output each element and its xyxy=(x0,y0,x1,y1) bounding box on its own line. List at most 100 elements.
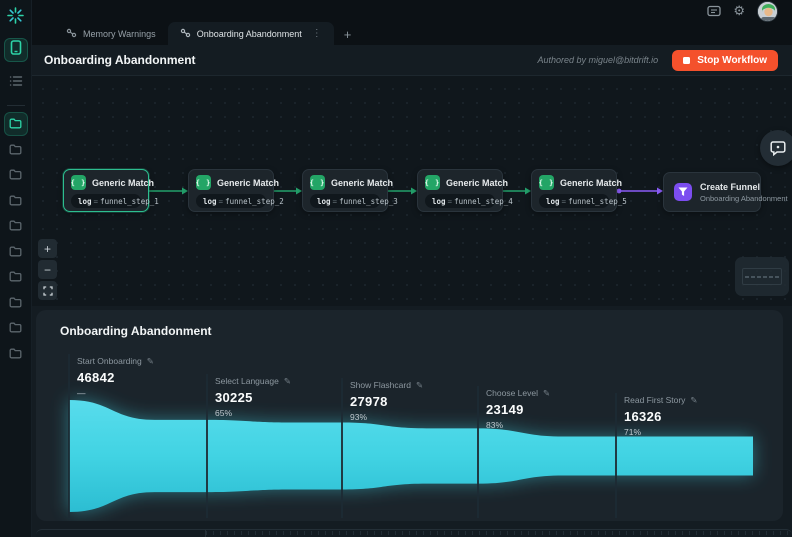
node-generic-match-5[interactable]: { } Generic Match log = funnel_step_5 xyxy=(531,169,627,212)
tab-onboarding-abandonment[interactable]: Onboarding Abandonment ⋮ xyxy=(167,22,334,45)
funnel-step-label: Choose Level ✎ xyxy=(486,388,551,398)
tab-strip: Memory Warnings Onboarding Abandonment ⋮… xyxy=(32,22,792,45)
workflow-header: Onboarding Abandonment Authored by migue… xyxy=(32,45,792,76)
node-generic-match-1[interactable]: { } Generic Match log = funnel_step_1 xyxy=(63,169,159,212)
bitdrift-logo-icon xyxy=(7,7,24,29)
node-title: Generic Match xyxy=(217,177,280,188)
zoom-out-button[interactable]: − xyxy=(38,260,57,279)
funnel-step-percent: 65% xyxy=(215,408,233,418)
braces-icon: { } xyxy=(196,175,211,190)
chat-bubble-icon xyxy=(770,141,786,156)
left-rail xyxy=(0,0,32,537)
app-window: ⚙ Memory Warnings Onboarding Abandonment… xyxy=(0,0,792,537)
node-condition-pill: log = funnel_step_4 xyxy=(425,194,513,208)
sidebar-folder-item[interactable] xyxy=(4,290,28,314)
fit-view-icon xyxy=(42,285,53,296)
node-generic-match-2[interactable]: { } Generic Match log = funnel_step_2 xyxy=(188,169,284,212)
edit-pencil-icon[interactable]: ✎ xyxy=(543,388,550,398)
braces-icon: { } xyxy=(71,175,86,190)
funnel-step-label: Show Flashcard ✎ xyxy=(350,380,424,390)
funnel-step-value: 16326 xyxy=(624,409,662,424)
chat-assistant-button[interactable] xyxy=(760,130,792,166)
next-section-left-column xyxy=(36,530,206,537)
folder-icon xyxy=(9,118,22,129)
funnel-step-4: Choose Level ✎ 23149 83% xyxy=(486,388,550,430)
funnel-step-2: Select Language ✎ 30225 65% xyxy=(215,376,291,418)
canvas-minimap[interactable] xyxy=(735,257,789,296)
sidebar-folder-item[interactable] xyxy=(4,137,28,161)
funnel-step-value: 27978 xyxy=(350,394,388,409)
folder-icon xyxy=(9,271,22,282)
list-view-nav-button[interactable] xyxy=(4,71,28,95)
sidebar-folder-item[interactable] xyxy=(4,316,28,340)
sidebar-folder-item[interactable] xyxy=(4,239,28,263)
node-condition-pill: log = funnel_step_5 xyxy=(539,194,627,208)
node-condition-pill: log = funnel_step_1 xyxy=(71,194,159,208)
fit-view-button[interactable] xyxy=(38,281,57,300)
edit-pencil-icon[interactable]: ✎ xyxy=(147,356,154,366)
funnel-step-value: 30225 xyxy=(215,390,253,405)
stop-icon xyxy=(683,56,691,64)
minimap-viewport xyxy=(742,268,782,285)
funnel-result-panel: Onboarding Abandonment Start Onboarding ✎… xyxy=(36,310,783,521)
workflow-panel: Onboarding Abandonment Authored by migue… xyxy=(32,45,792,537)
braces-icon: { } xyxy=(310,175,325,190)
main-area: ⚙ Memory Warnings Onboarding Abandonment… xyxy=(32,0,792,537)
feedback-message-icon[interactable] xyxy=(707,5,721,17)
sidebar-folder-item[interactable] xyxy=(3,111,28,136)
rail-divider xyxy=(6,105,25,106)
funnel-step-5: Read First Story ✎ 16326 71% xyxy=(624,395,698,437)
node-generic-match-4[interactable]: { } Generic Match log = funnel_step_4 xyxy=(417,169,513,212)
edit-pencil-icon[interactable]: ✎ xyxy=(284,376,291,386)
funnel-step-percent: 83% xyxy=(486,420,504,430)
tab-menu-kebab-icon[interactable]: ⋮ xyxy=(312,28,322,39)
mobile-device-icon xyxy=(10,40,22,60)
edit-pencil-icon[interactable]: ✎ xyxy=(690,395,697,405)
node-generic-match-3[interactable]: { } Generic Match log = funnel_step_3 xyxy=(302,169,398,212)
tab-label: Memory Warnings xyxy=(83,28,156,39)
node-condition-pill: log = funnel_step_3 xyxy=(310,194,398,208)
node-create-funnel[interactable]: Create Funnel Onboarding Abandonment xyxy=(663,172,788,212)
sidebar-folder-item[interactable] xyxy=(4,163,28,187)
folder-icon xyxy=(9,297,22,307)
folder-icon xyxy=(9,348,22,358)
edit-pencil-icon[interactable]: ✎ xyxy=(416,380,423,390)
top-bar: ⚙ xyxy=(32,0,792,22)
list-icon xyxy=(9,74,23,92)
sidebar-folder-item[interactable] xyxy=(4,188,28,212)
authored-by-text: Authored by miguel@bitdrift.io xyxy=(537,55,659,65)
user-avatar[interactable] xyxy=(757,0,778,22)
zoom-in-button[interactable]: + xyxy=(38,239,57,258)
stop-workflow-button[interactable]: Stop Workflow xyxy=(672,49,778,71)
funnel-step-percent: — xyxy=(77,388,86,398)
workflow-icon xyxy=(66,28,77,40)
node-subtitle: Onboarding Abandonment xyxy=(700,193,788,203)
add-tab-button[interactable]: + xyxy=(334,27,362,45)
funnel-step-percent: 93% xyxy=(350,412,368,422)
mobile-device-nav-button[interactable] xyxy=(3,38,28,62)
folder-icon xyxy=(9,169,22,180)
folder-list xyxy=(3,110,28,365)
folder-icon xyxy=(9,195,22,205)
page-title: Onboarding Abandonment xyxy=(44,53,196,67)
braces-icon: { } xyxy=(539,175,554,190)
tab-memory-warnings[interactable]: Memory Warnings xyxy=(54,22,168,45)
funnel-step-label: Select Language ✎ xyxy=(215,376,291,386)
funnel-step-1: Start Onboarding ✎ 46842 — xyxy=(77,356,154,398)
folder-icon xyxy=(9,246,22,256)
node-condition-pill: log = funnel_step_2 xyxy=(196,194,284,208)
sidebar-folder-item[interactable] xyxy=(4,265,28,289)
funnel-icon xyxy=(674,183,692,201)
funnel-step-label: Read First Story ✎ xyxy=(624,395,698,405)
sidebar-folder-item[interactable] xyxy=(4,214,28,238)
sidebar-folder-item[interactable] xyxy=(4,341,28,365)
funnel-step-label: Start Onboarding ✎ xyxy=(77,356,154,366)
node-title: Generic Match xyxy=(331,177,394,188)
funnel-step-value: 46842 xyxy=(77,370,115,385)
funnel-step-value: 23149 xyxy=(486,402,524,417)
settings-gear-icon[interactable]: ⚙ xyxy=(733,3,745,19)
node-title: Generic Match xyxy=(560,177,623,188)
workflow-canvas[interactable]: { } Generic Match log = funnel_step_1 { } Gene… xyxy=(32,76,792,306)
braces-icon: { } xyxy=(425,175,440,190)
folder-icon xyxy=(9,220,22,231)
